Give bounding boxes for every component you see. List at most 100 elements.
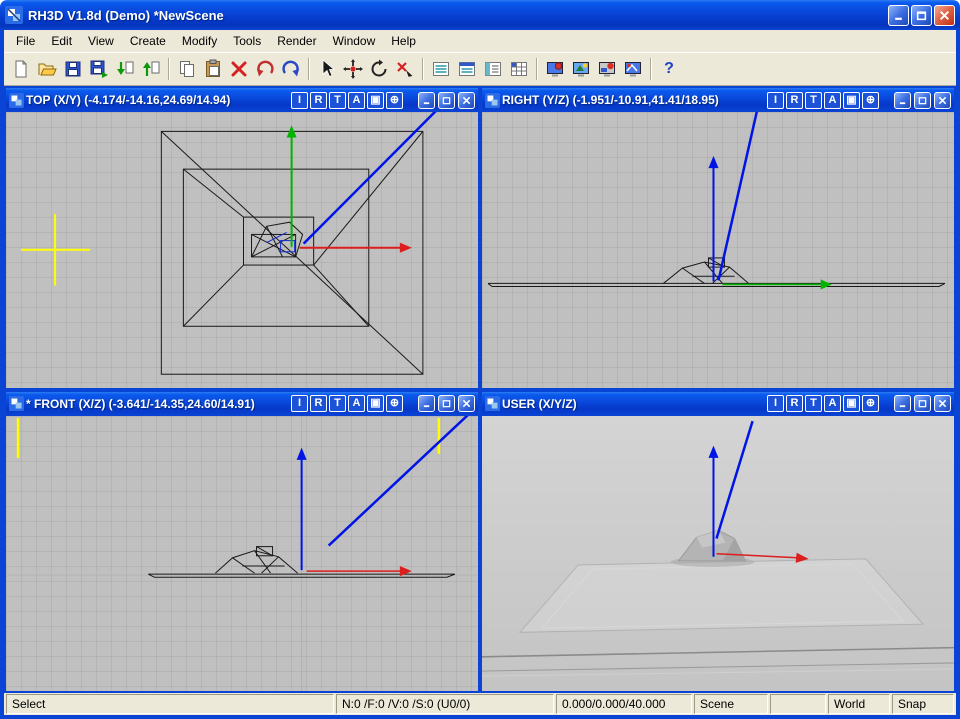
viewport-top-scene [6,112,478,388]
maximize-icon [918,399,927,408]
open-button[interactable] [34,56,60,82]
redo-button[interactable] [278,56,304,82]
menu-edit[interactable]: Edit [43,31,80,51]
viewport-close-button[interactable] [934,395,951,412]
list-view-3-button[interactable] [480,56,506,82]
list-view-1-icon [431,59,451,79]
viewport-r-button[interactable]: R [310,395,327,412]
list-view-2-button[interactable] [454,56,480,82]
window-titlebar[interactable]: RH3D V1.8d (Demo) *NewScene [0,0,960,30]
list-view-1-button[interactable] [428,56,454,82]
main-toolbar: ? [4,53,956,86]
paste-button[interactable] [200,56,226,82]
viewport-maximize-button[interactable] [914,395,931,412]
viewport-maximize-button[interactable] [914,92,931,109]
viewport-zoom-extents-button[interactable]: ▣ [843,92,860,109]
menu-tools[interactable]: Tools [225,31,269,51]
maximize-button[interactable] [911,5,932,26]
viewport-minimize-button[interactable] [418,395,435,412]
viewport-i-button[interactable]: I [767,92,784,109]
close-button[interactable] [934,5,955,26]
viewport-user-canvas[interactable] [482,416,954,692]
viewport-maximize-button[interactable] [438,92,455,109]
menu-help[interactable]: Help [383,31,424,51]
copy-button[interactable] [174,56,200,82]
viewport-a-button[interactable]: A [824,92,841,109]
viewport-zoom-extents-button[interactable]: ▣ [843,395,860,412]
viewport-zoom-extents-button[interactable]: ▣ [367,92,384,109]
save-as-button[interactable] [86,56,112,82]
rotate-button[interactable] [366,56,392,82]
select-arrow-icon [317,59,337,79]
viewport-minimize-button[interactable] [418,92,435,109]
transform-button[interactable] [392,56,418,82]
viewport-front-canvas[interactable] [6,416,478,692]
viewport-a-button[interactable]: A [348,395,365,412]
viewport-top-canvas[interactable] [6,112,478,388]
export-button[interactable] [138,56,164,82]
viewport-t-button[interactable]: T [329,395,346,412]
viewport-t-button[interactable]: T [329,92,346,109]
menu-view[interactable]: View [80,31,122,51]
menu-window[interactable]: Window [325,31,384,51]
help-icon: ? [664,60,674,78]
select-button[interactable] [314,56,340,82]
minimize-button[interactable] [888,5,909,26]
viewport-minimize-button[interactable] [894,92,911,109]
viewport-close-button[interactable] [458,92,475,109]
render-mode-3-button[interactable] [594,56,620,82]
viewport-i-button[interactable]: I [291,92,308,109]
viewport-maximize-button[interactable] [438,395,455,412]
viewport-front-titlebar[interactable]: * FRONT (X/Z) (-3.641/-14.35,24.60/14.91… [6,392,478,416]
list-view-3-icon [483,59,503,79]
move-button[interactable] [340,56,366,82]
menu-modify[interactable]: Modify [174,31,225,51]
viewport-t-button[interactable]: T [805,395,822,412]
status-world: World [828,694,890,714]
viewport-pan-button[interactable]: ⊕ [862,92,879,109]
minimize-icon [422,399,431,408]
toolbar-separator [422,58,424,80]
save-button[interactable] [60,56,86,82]
viewport-top-window: TOP (X/Y) (-4.174/-14.16,24.69/14.94) I … [4,86,480,390]
viewport-close-button[interactable] [934,92,951,109]
viewport-r-button[interactable]: R [310,92,327,109]
viewport-zoom-extents-button[interactable]: ▣ [367,395,384,412]
viewport-a-button[interactable]: A [824,395,841,412]
viewport-i-button[interactable]: I [291,395,308,412]
viewport-t-button[interactable]: T [805,92,822,109]
viewport-minimize-button[interactable] [894,395,911,412]
render-mode-1-icon [545,59,565,79]
delete-icon [229,59,249,79]
toolbar-separator [536,58,538,80]
undo-icon [255,59,275,79]
viewport-r-button[interactable]: R [786,92,803,109]
render-mode-1-button[interactable] [542,56,568,82]
status-snap: Snap [892,694,954,714]
list-view-4-button[interactable] [506,56,532,82]
viewport-a-button[interactable]: A [348,92,365,109]
menu-create[interactable]: Create [122,31,174,51]
menu-file[interactable]: File [8,31,43,51]
import-button[interactable] [112,56,138,82]
paste-icon [203,59,223,79]
viewport-r-button[interactable]: R [786,395,803,412]
status-coordinates: 0.000/0.000/40.000 [556,694,692,714]
viewport-top-titlebar[interactable]: TOP (X/Y) (-4.174/-14.16,24.69/14.94) I … [6,88,478,112]
help-button[interactable]: ? [656,56,682,82]
viewport-pan-button[interactable]: ⊕ [386,92,403,109]
delete-button[interactable] [226,56,252,82]
viewport-right-canvas[interactable] [482,112,954,388]
viewport-right-titlebar[interactable]: RIGHT (Y/Z) (-1.951/-10.91,41.41/18.95) … [482,88,954,112]
viewport-i-button[interactable]: I [767,395,784,412]
viewport-user-titlebar[interactable]: USER (X/Y/Z) I R T A ▣ ⊕ [482,392,954,416]
menu-render[interactable]: Render [269,31,324,51]
new-file-button[interactable] [8,56,34,82]
undo-button[interactable] [252,56,278,82]
render-mode-4-button[interactable] [620,56,646,82]
viewport-close-button[interactable] [458,395,475,412]
menu-bar: File Edit View Create Modify Tools Rende… [4,30,956,53]
viewport-pan-button[interactable]: ⊕ [862,395,879,412]
viewport-pan-button[interactable]: ⊕ [386,395,403,412]
render-mode-2-button[interactable] [568,56,594,82]
